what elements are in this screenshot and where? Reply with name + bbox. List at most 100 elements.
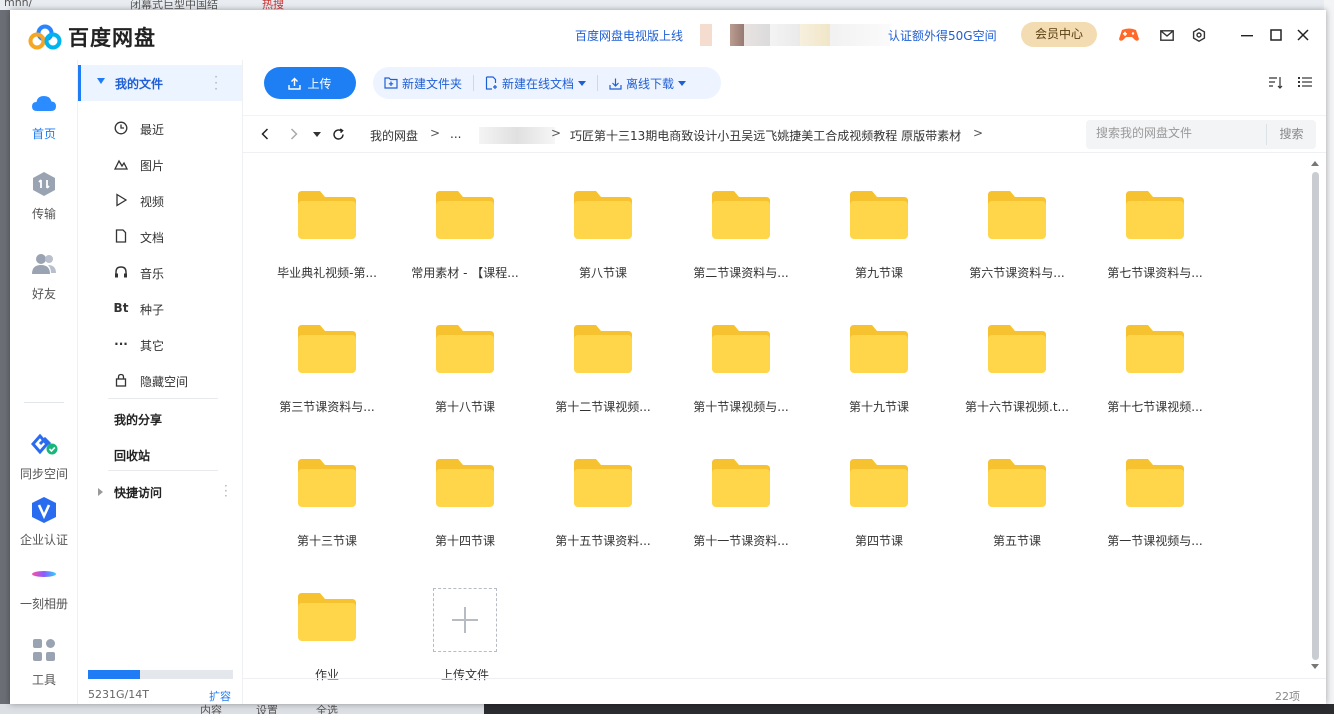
folder-icon [572, 189, 634, 241]
rail-item-enterprise[interactable]: 企业认证 [10, 496, 78, 548]
maximize-icon[interactable] [1265, 24, 1287, 46]
folder-item[interactable]: 第十三节课 [267, 432, 387, 552]
breadcrumb-bar: 我的网盘 > ... > 巧匠第十三13期电商致设计小丑吴远飞姚捷美工合成视频教… [243, 115, 1326, 153]
sidebar-recycle-bin[interactable]: 回收站 [114, 447, 150, 464]
folder-item[interactable]: 第九节课 [819, 164, 939, 284]
forward-icon[interactable] [287, 127, 301, 141]
folder-icon [296, 189, 358, 241]
folder-item[interactable]: 第六节课资料与... [957, 164, 1077, 284]
folder-item[interactable]: 第四节课 [819, 432, 939, 552]
folder-item[interactable]: 第十节课视频与... [681, 298, 801, 418]
folder-item[interactable]: 第十七节课视频... [1095, 298, 1215, 418]
mail-icon[interactable] [1156, 24, 1178, 46]
folder-name: 第十五节课资料... [555, 534, 651, 548]
chevron-right-icon[interactable] [98, 488, 103, 496]
search-input[interactable] [1096, 126, 1261, 140]
breadcrumb-root[interactable]: 我的网盘 [370, 127, 418, 144]
storage-quota-fill [88, 670, 141, 679]
sort-icon[interactable] [1268, 76, 1284, 89]
close-icon[interactable] [1292, 24, 1314, 46]
sidebar-item-recent[interactable]: 最近 [78, 110, 242, 146]
folder-icon [434, 189, 496, 241]
rail-item-tools[interactable]: 工具 [10, 636, 78, 688]
folder-item[interactable]: 第十八节课 [405, 298, 525, 418]
folder-item[interactable]: 毕业典礼视频-第... [267, 164, 387, 284]
history-dropdown-icon[interactable] [310, 127, 324, 141]
game-icon[interactable] [1118, 24, 1140, 46]
sidebar-my-files[interactable]: 我的文件 · · · [78, 65, 242, 101]
sidebar-item-videos[interactable]: 视频 [78, 182, 242, 218]
rail-item-transfer[interactable]: 传输 [10, 170, 78, 222]
minimize-icon[interactable] [1236, 24, 1258, 46]
folder-item[interactable]: 第八节课 [543, 164, 663, 284]
list-view-icon[interactable] [1298, 76, 1312, 88]
vip-center-button[interactable]: 会员中心 [1021, 22, 1097, 47]
offline-download-button[interactable]: 离线下载 [598, 75, 697, 91]
refresh-icon[interactable] [331, 127, 345, 141]
sidebar-item-images[interactable]: 图片 [78, 146, 242, 182]
folder-item[interactable]: 第十五节课资料... [543, 432, 663, 552]
rail-item-album[interactable]: 一刻相册 [10, 560, 78, 612]
new-folder-button[interactable]: 新建文件夹 [373, 75, 475, 91]
breadcrumb-ellipsis[interactable]: ... [450, 127, 461, 141]
back-icon[interactable] [258, 127, 272, 141]
sidebar-item-docs[interactable]: 文档 [78, 218, 242, 254]
folder-item[interactable]: 第二节课资料与... [681, 164, 801, 284]
rail-item-friends[interactable]: 好友 [10, 250, 78, 302]
sidebar-my-share[interactable]: 我的分享 [114, 411, 162, 428]
sidebar-item-music[interactable]: 音乐 [78, 254, 242, 290]
scrollbar[interactable] [1310, 158, 1320, 678]
tv-version-link[interactable]: 百度网盘电视版上线 [575, 27, 683, 44]
rail-item-home[interactable]: 首页 [10, 90, 78, 142]
folder-name: 毕业典礼视频-第... [277, 266, 377, 280]
folder-item[interactable]: 第三节课资料与... [267, 298, 387, 418]
upload-button-label: 上传 [307, 76, 332, 91]
folder-item[interactable]: 第十六节课视频.t... [957, 298, 1077, 418]
folder-item[interactable]: 第七节课资料与... [1095, 164, 1215, 284]
folder-item[interactable]: 常用素材 - 【课程... [405, 164, 525, 284]
folder-name: 第十六节课视频.t... [965, 400, 1069, 414]
view-options [1268, 76, 1312, 89]
folder-item[interactable]: 第一节课视频与... [1095, 432, 1215, 552]
folder-item[interactable]: 第十九节课 [819, 298, 939, 418]
more-vertical-icon[interactable]: · · · [214, 71, 218, 95]
expand-storage-link[interactable]: 扩容 [209, 688, 231, 704]
rail-item-sync[interactable]: 同步空间 [10, 430, 78, 482]
scroll-down-icon[interactable] [1311, 664, 1319, 670]
folder-name: 第十一节课资料... [693, 534, 789, 548]
folder-name: 第十九节课 [848, 400, 909, 414]
folder-name: 第八节课 [578, 266, 627, 280]
folder-item[interactable]: 第十一节课资料... [681, 432, 801, 552]
search-button[interactable]: 搜索 [1266, 124, 1316, 145]
sidebar-item-other[interactable]: ··· 其它 [78, 326, 242, 362]
sidebar-item-hidden-space[interactable]: 隐藏空间 [78, 362, 242, 398]
folder-name: 第二节课资料与... [693, 266, 789, 280]
folder-icon [434, 323, 496, 375]
sidebar-quick-access[interactable]: 快捷访问 [114, 484, 162, 501]
folder-item[interactable]: 作业 [267, 566, 387, 686]
folder-name: 第十八节课 [434, 400, 495, 414]
folder-item[interactable]: 第五节课 [957, 432, 1077, 552]
upload-file-tile[interactable]: 上传文件 [405, 566, 525, 686]
new-online-doc-button[interactable]: 新建在线文档 [474, 75, 599, 91]
scroll-thumb[interactable] [1312, 172, 1319, 660]
folder-item[interactable]: 第十四节课 [405, 432, 525, 552]
chevron-down-icon [678, 80, 687, 86]
sidebar-item-torrents[interactable]: Bt 种子 [78, 290, 242, 326]
auth-bonus-link[interactable]: 认证额外得50G空间 [888, 27, 997, 44]
breadcrumb-current[interactable]: 巧匠第十三13期电商致设计小丑吴远飞姚捷美工合成视频教程 原版带素材 [570, 127, 961, 144]
netdisk-logo-icon [28, 24, 62, 50]
app-logo: 百度网盘 [28, 22, 156, 52]
more-vertical-icon[interactable]: · · · [224, 480, 228, 502]
album-icon [32, 571, 56, 577]
sidebar-divider [108, 398, 218, 399]
sidebar-item-label: 其它 [140, 339, 165, 353]
upload-icon [288, 77, 302, 90]
scroll-up-icon[interactable] [1311, 160, 1319, 166]
upload-button[interactable]: 上传 [264, 67, 356, 99]
settings-icon[interactable] [1188, 24, 1210, 46]
enterprise-icon [32, 497, 56, 523]
folder-item[interactable]: 第十二节课视频... [543, 298, 663, 418]
sidebar-item-label: 最近 [140, 123, 165, 137]
chevron-down-icon[interactable] [97, 78, 105, 84]
